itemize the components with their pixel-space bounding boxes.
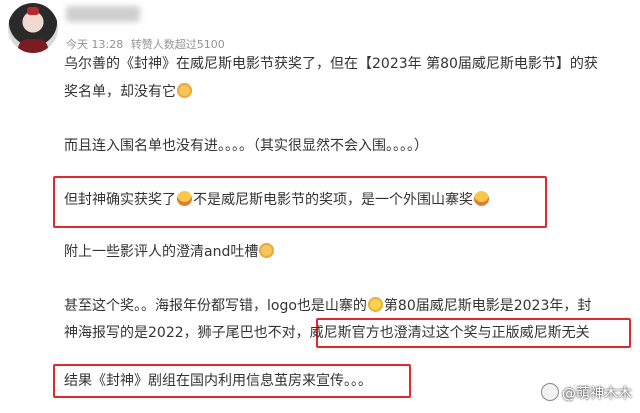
watermark-logo-icon [541, 383, 559, 401]
avatar-collar [18, 39, 48, 53]
repost-info: 转赞人数超过5100 [130, 38, 225, 51]
cat-emoji [259, 243, 275, 258]
paragraph-5-line-2: 神海报写的是2022，狮子尾巴也不对，威尼斯官方也澄清过这个奖与正版威尼斯无关 [64, 321, 590, 345]
paragraph-1-line-1: 乌尔善的《封神》在威尼斯电影节获奖了，但在【2023年 第80届威尼斯电影节】的… [64, 56, 598, 72]
username-blurred[interactable] [66, 6, 140, 22]
paragraph-5-line-1-text-b: 第80届威尼斯电影是2023年，封 [383, 298, 592, 314]
post-time[interactable]: 今天 13:28 [66, 38, 123, 51]
avatar[interactable] [8, 3, 58, 53]
paragraph-2: 而且连入围名单也没有进。。。。（其实很显然不会入围。。。。） [64, 138, 428, 154]
watermark-text: @萌神木木 [562, 386, 632, 402]
post-meta: 今天 13:28 转赞人数超过5100 [66, 36, 229, 52]
smile-emoji [367, 297, 383, 312]
paragraph-5-line-1: 甚至这个奖。。海报年份都写错，logo也是山寨的 第80届威尼斯电影是2023年，… [64, 294, 591, 318]
cat-emoji [177, 83, 192, 98]
paragraph-3: 但封神确实获奖了 不是威尼斯电影节的奖项，是一个外围山寨奖 [64, 188, 490, 212]
paragraph-1-line-2: 奖名单，却没有它 [64, 80, 193, 104]
paragraph-4: 附上一些影评人的澄清and吐槽 [64, 240, 275, 264]
paragraph-1-line-2-text: 奖名单，却没有它 [64, 84, 176, 100]
laughing-tears-emoji [474, 191, 489, 206]
paragraph-4-text: 附上一些影评人的澄清and吐槽 [64, 244, 259, 260]
paragraph-5-line-2-text-b: 威尼斯官方也澄清过这个奖与正版威尼斯无关 [309, 325, 590, 341]
avatar-ornament [27, 7, 39, 15]
paragraph-3-text-a: 但封神确实获奖了 [64, 192, 176, 208]
paragraph-5-line-1-text-a: 甚至这个奖。。海报年份都写错，logo也是山寨的 [64, 298, 367, 314]
laughing-tears-emoji [177, 191, 192, 206]
watermark: @萌神木木 [541, 383, 632, 403]
paragraph-6: 结果《封神》剧组在国内利用信息茧房来宣传。。。 [64, 373, 372, 389]
paragraph-3-text-b: 不是威尼斯电影节的奖项，是一个外围山寨奖 [193, 192, 473, 208]
paragraph-5-line-2-text-a: 神海报写的是2022，狮子尾巴也不对， [64, 325, 310, 341]
